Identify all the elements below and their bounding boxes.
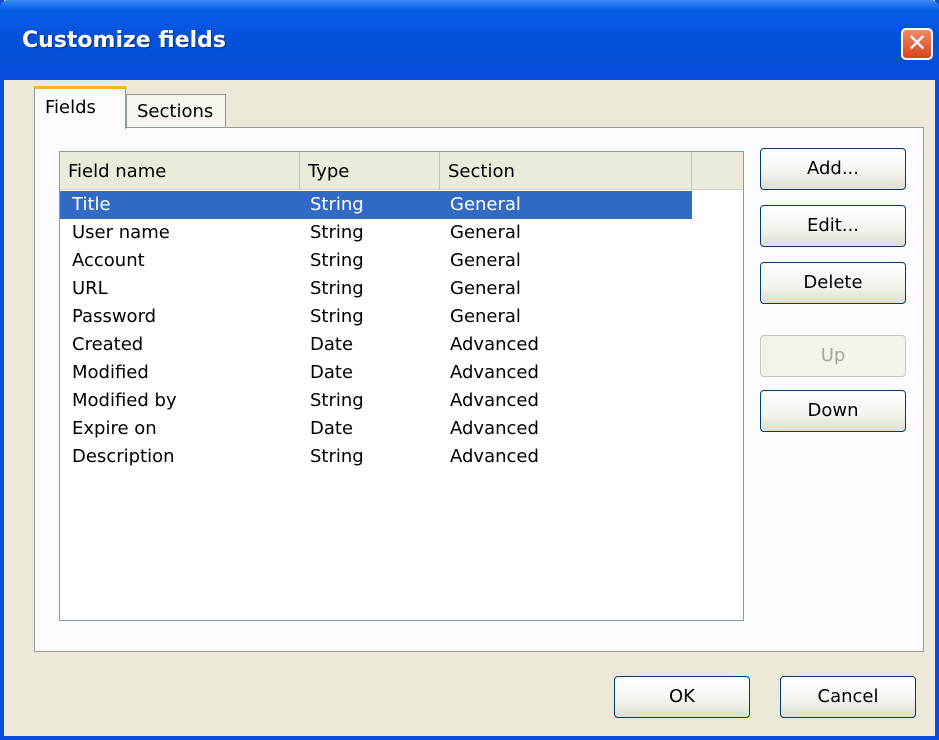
fields-tab-panel: Field name Type Section Title String Gener…: [34, 127, 924, 652]
cancel-button[interactable]: Cancel: [780, 676, 916, 718]
list-row[interactable]: Expire on Date Advanced: [60, 415, 692, 443]
column-header-type[interactable]: Type: [300, 152, 440, 190]
delete-button[interactable]: Delete: [760, 262, 906, 304]
list-header: Field name Type Section: [60, 152, 743, 190]
row-field-name: Description: [72, 446, 175, 467]
row-section: General: [450, 278, 521, 299]
list-row[interactable]: Title String General: [60, 191, 692, 219]
column-header-field-name[interactable]: Field name: [60, 152, 300, 190]
row-field-name: Title: [72, 194, 111, 215]
row-field-name: Created: [72, 334, 144, 355]
row-section: General: [450, 194, 521, 215]
row-section: Advanced: [450, 362, 539, 383]
list-row[interactable]: Account String General: [60, 247, 692, 275]
down-button[interactable]: Down: [760, 390, 906, 432]
add-button[interactable]: Add...: [760, 148, 906, 190]
row-type: String: [310, 250, 364, 271]
row-section: Advanced: [450, 390, 539, 411]
row-type: String: [310, 306, 364, 327]
list-row[interactable]: Created Date Advanced: [60, 331, 692, 359]
list-row[interactable]: Description String Advanced: [60, 443, 692, 471]
ok-button[interactable]: OK: [614, 676, 750, 718]
row-field-name: Modified: [72, 362, 149, 383]
fields-list[interactable]: Field name Type Section Title String Gener…: [59, 151, 744, 621]
list-row[interactable]: Password String General: [60, 303, 692, 331]
row-field-name: URL: [72, 278, 108, 299]
row-section: General: [450, 250, 521, 271]
row-section: General: [450, 306, 521, 327]
tab-sections[interactable]: Sections: [126, 94, 226, 128]
list-row[interactable]: Modified by String Advanced: [60, 387, 692, 415]
title-bar[interactable]: Customize fields ✕: [0, 0, 939, 80]
row-type: String: [310, 390, 364, 411]
row-type: String: [310, 194, 364, 215]
list-row[interactable]: URL String General: [60, 275, 692, 303]
list-rows: Title String General User name String General…: [60, 191, 743, 471]
row-type: Date: [310, 418, 354, 439]
close-icon[interactable]: ✕: [901, 28, 933, 60]
row-field-name: Expire on: [72, 418, 157, 439]
window-title: Customize fields: [22, 28, 226, 53]
up-button[interactable]: Up: [760, 335, 906, 377]
row-type: String: [310, 222, 364, 243]
edit-button[interactable]: Edit...: [760, 205, 906, 247]
column-header-section[interactable]: Section: [440, 152, 692, 190]
customize-fields-dialog: Customize fields ✕ Fields Sections Field…: [0, 0, 939, 740]
list-row[interactable]: Modified Date Advanced: [60, 359, 692, 387]
row-field-name: Password: [72, 306, 157, 327]
row-section: General: [450, 222, 521, 243]
row-section: Advanced: [450, 334, 539, 355]
row-field-name: Account: [72, 250, 145, 271]
row-field-name: Modified by: [72, 390, 177, 411]
row-type: Date: [310, 362, 354, 383]
row-section: Advanced: [450, 446, 539, 467]
list-row[interactable]: User name String General: [60, 219, 692, 247]
row-type: String: [310, 446, 364, 467]
tab-fields[interactable]: Fields: [34, 86, 126, 129]
row-type: String: [310, 278, 364, 299]
row-type: Date: [310, 334, 354, 355]
row-section: Advanced: [450, 418, 539, 439]
row-field-name: User name: [72, 222, 170, 243]
